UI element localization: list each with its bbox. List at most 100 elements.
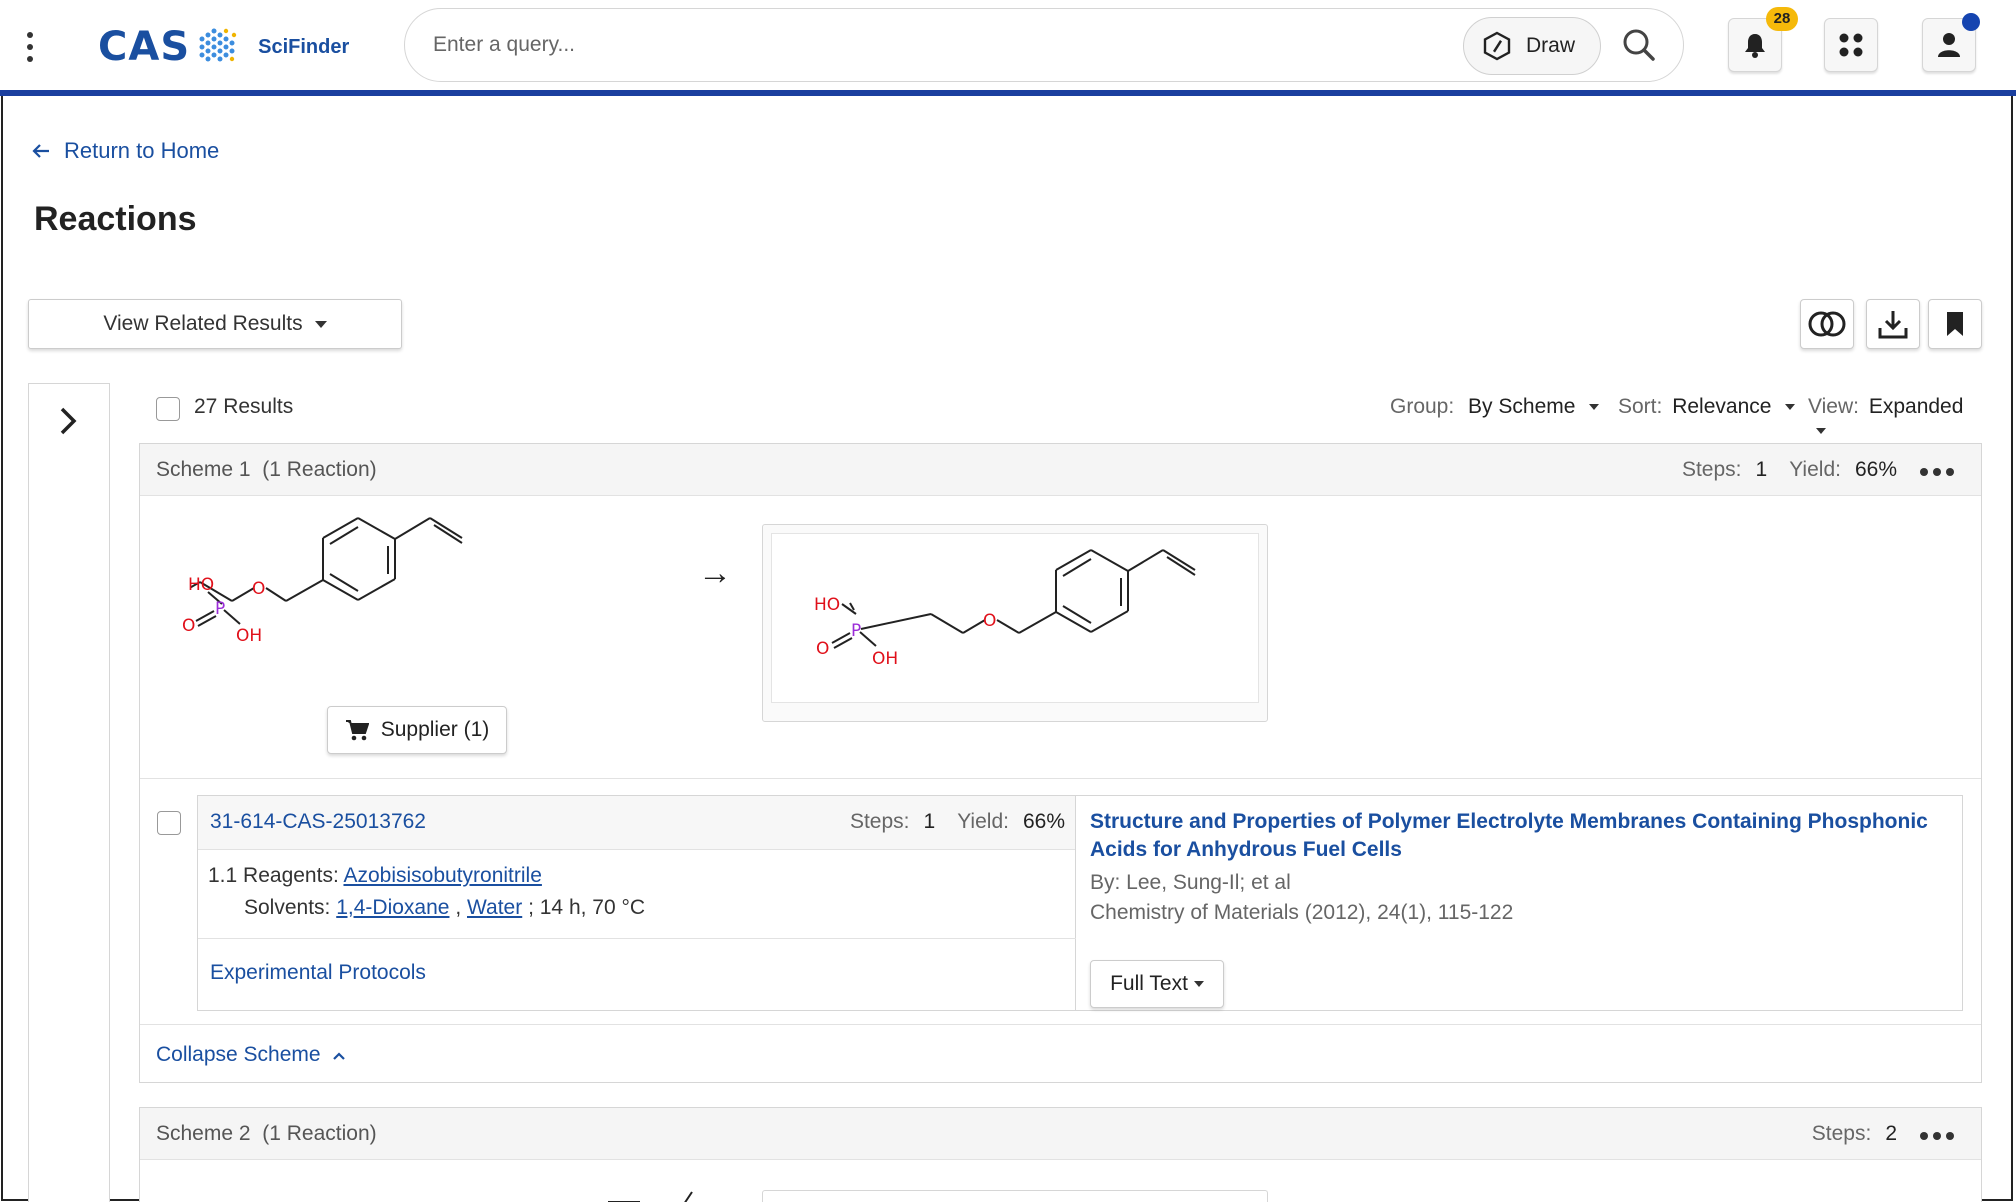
reaction-id-link[interactable]: 31-614-CAS-25013762	[210, 810, 426, 834]
bookmark-button[interactable]	[1928, 299, 1982, 349]
collapse-scheme-bar: Collapse Scheme	[140, 1024, 1981, 1086]
page-title: Reactions	[34, 200, 197, 238]
sort-dropdown[interactable]: Sort: Relevance	[1618, 395, 1796, 419]
arrow-left-icon	[32, 144, 49, 158]
atom-p: P	[215, 599, 225, 619]
reference-journal: Chemistry of Materials (2012), 24(1), 11…	[1090, 901, 1514, 924]
group-value: By Scheme	[1468, 395, 1576, 418]
solvent-link[interactable]: 1,4-Dioxane	[336, 896, 449, 919]
reaction-checkbox[interactable]	[157, 811, 181, 835]
download-button[interactable]	[1866, 299, 1920, 349]
apps-button[interactable]	[1824, 18, 1878, 72]
search-input[interactable]	[433, 23, 1433, 67]
search-bar: Draw	[404, 8, 1684, 82]
bookmark-icon	[1947, 312, 1963, 336]
solvents-label: Solvents:	[244, 896, 331, 919]
apps-grid-icon	[1839, 33, 1863, 57]
product-structure-box[interactable]: O HO P O OH	[762, 524, 1268, 722]
reaction-header: 31-614-CAS-25013762 Steps: 1 Yield: 66%	[198, 796, 1075, 850]
cart-icon	[345, 720, 369, 741]
draw-button[interactable]: Draw	[1463, 17, 1601, 75]
main-menu-icon[interactable]	[24, 32, 36, 62]
collapse-scheme-link[interactable]: Collapse Scheme	[156, 1043, 321, 1067]
user-status-dot	[1962, 13, 1980, 31]
reagents-label: Reagents:	[243, 864, 339, 887]
download-icon	[1878, 311, 1908, 339]
scheme-header: Scheme 2 (1 Reaction) Steps: 2	[140, 1108, 1981, 1160]
logo-cas: CAS	[98, 24, 191, 70]
group-dropdown[interactable]: Group: By Scheme	[1390, 395, 1600, 419]
related-label: View Related Results	[103, 312, 303, 335]
atom-oh: OH	[236, 626, 262, 646]
atom-oh: OH	[872, 649, 898, 669]
logo-product: SciFinder	[258, 35, 350, 58]
reagent-link[interactable]: Azobisisobutyronitrile	[343, 864, 541, 887]
results-count: 27 Results	[194, 395, 294, 418]
step-number: 1.1	[208, 864, 238, 887]
atom-o-double: O	[182, 616, 195, 636]
view-related-results-button[interactable]: View Related Results	[28, 299, 402, 349]
scheme-stats: Steps: 1 Yield: 66%	[1681, 458, 1897, 481]
scheme-2-product-box	[762, 1190, 1268, 1202]
venn-circles-icon	[1808, 311, 1846, 337]
return-label: Return to Home	[64, 138, 220, 163]
logo[interactable]: CAS SciFinder	[98, 24, 349, 70]
atom-p: P	[851, 621, 861, 641]
atom-ho: HO	[814, 595, 840, 615]
reaction-arrow-icon: →	[698, 554, 732, 592]
caret-down-icon	[1816, 428, 1826, 435]
atom-ho: HO	[188, 575, 214, 595]
supplier-label: Supplier (1)	[380, 718, 490, 741]
chevron-up-icon[interactable]	[332, 1051, 346, 1061]
scheme-card: Scheme 2 (1 Reaction) Steps: 2	[139, 1107, 1982, 1202]
reference-title-link[interactable]: Structure and Properties of Polymer Elec…	[1090, 808, 1950, 864]
scheme-header: Scheme 1 (1 Reaction) Steps: 1 Yield: 66%	[140, 444, 1981, 496]
scheme-stats: Steps: 2	[1811, 1122, 1897, 1145]
reaction-conditions-text: ; 14 h, 70 °C	[528, 896, 646, 919]
scheme-title: Scheme 2 (1 Reaction)	[156, 1122, 377, 1145]
caret-down-icon	[314, 320, 327, 328]
more-options-icon[interactable]	[1920, 1132, 1954, 1140]
reference-authors: By: Lee, Sung-Il; et al	[1090, 871, 1291, 894]
atom-ether-o: O	[983, 611, 996, 631]
experimental-protocols-link[interactable]: Experimental Protocols	[210, 961, 426, 985]
view-dropdown[interactable]: View: Expanded	[1808, 395, 1982, 443]
solvent-link[interactable]: Water	[467, 896, 522, 919]
group-label: Group:	[1390, 395, 1455, 418]
reaction-details: 31-614-CAS-25013762 Steps: 1 Yield: 66% 1.1…	[198, 796, 1076, 1010]
results-toolbar: 27 Results Group: By Scheme Sort: Releva…	[156, 393, 1982, 435]
caret-down-icon	[1193, 981, 1204, 987]
solvent-separator: ,	[455, 896, 462, 919]
caret-down-icon	[1589, 404, 1600, 411]
filter-sidebar	[28, 383, 110, 1202]
more-options-icon[interactable]	[1920, 468, 1954, 476]
draw-label: Draw	[1526, 34, 1576, 57]
atom-o-double: O	[816, 639, 829, 659]
return-to-home-link[interactable]: Return to Home	[32, 138, 219, 164]
sort-label: Sort:	[1618, 395, 1663, 418]
scheme-card: Scheme 1 (1 Reaction) Steps: 1 Yield: 66%	[139, 443, 1982, 1083]
top-bar: CAS SciFinder Draw	[0, 0, 2016, 96]
search-icon[interactable]	[1621, 27, 1657, 63]
protocols-section: Experimental Protocols	[198, 938, 1076, 1010]
supplier-button[interactable]: Supplier (1)	[327, 706, 507, 754]
view-label: View:	[1808, 395, 1859, 418]
reaction-card: 31-614-CAS-25013762 Steps: 1 Yield: 66% 1.1…	[197, 795, 1963, 1011]
reactant-phosphonic-group: HO P O OH	[182, 575, 262, 646]
notification-count-badge: 28	[1766, 7, 1798, 31]
full-text-label: Full Text	[1110, 972, 1188, 995]
combine-button[interactable]	[1800, 299, 1854, 349]
view-value: Expanded	[1868, 395, 1964, 418]
reference: Structure and Properties of Polymer Elec…	[1090, 808, 1950, 1008]
draw-hexagon-icon	[1483, 31, 1511, 61]
user-icon	[1938, 33, 1960, 57]
bell-icon	[1745, 34, 1765, 58]
product-structure-inner: O HO P O OH	[771, 533, 1259, 703]
full-text-button[interactable]: Full Text	[1090, 960, 1224, 1008]
reaction-row: 31-614-CAS-25013762 Steps: 1 Yield: 66% 1.1…	[140, 778, 1981, 1024]
reaction-stats: Steps: 1 Yield: 66%	[849, 810, 1065, 833]
chevron-right-icon[interactable]	[57, 406, 79, 436]
caret-down-icon	[1785, 404, 1796, 411]
cas-logo-mark-icon	[199, 28, 237, 62]
select-all-checkbox[interactable]	[156, 397, 180, 421]
